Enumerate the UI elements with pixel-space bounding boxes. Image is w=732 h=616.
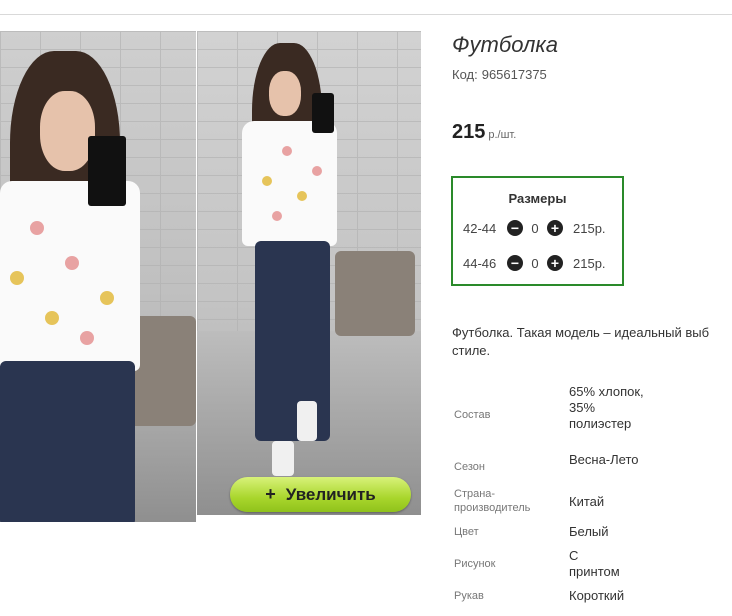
size-price: 215р.: [573, 220, 606, 236]
zoom-button[interactable]: + Увеличить: [230, 477, 411, 512]
price-value: 215: [452, 121, 486, 143]
plus-icon[interactable]: +: [547, 220, 563, 236]
product-description: Футболка. Такая модель – идеальный выб с…: [452, 324, 732, 360]
t-shirt: [242, 121, 337, 246]
product-title: Футболка: [452, 32, 558, 57]
property-name: Страна-производитель: [454, 488, 531, 514]
product-code: Код: 965617375: [452, 67, 547, 82]
minus-icon[interactable]: −: [507, 220, 523, 236]
property-name: Рукав: [454, 590, 484, 602]
zoom-button-label: Увеличить: [285, 484, 376, 504]
property-name: Рисунок: [454, 558, 496, 570]
phone: [312, 93, 334, 133]
property-name: Цвет: [454, 526, 479, 538]
product-price: 215 р./шт.: [452, 121, 516, 144]
price-unit: р./шт.: [488, 129, 517, 141]
plus-icon: +: [265, 484, 276, 504]
size-price: 215р.: [573, 255, 606, 271]
jeans: [255, 241, 330, 441]
property-value: Короткий: [569, 588, 625, 603]
product-code-label: Код:: [452, 67, 478, 82]
plus-icon[interactable]: +: [547, 255, 563, 271]
sneaker: [272, 441, 294, 476]
face: [269, 71, 301, 116]
property-value: Китай: [569, 494, 605, 509]
minus-icon[interactable]: −: [507, 255, 523, 271]
property-value: 65% хлопок, 35% полиэстер: [569, 384, 644, 431]
sizes-title: Размеры: [508, 191, 567, 206]
quantity-value: 0: [531, 255, 539, 271]
size-label: 44-46: [463, 255, 497, 271]
size-label: 42-44: [463, 220, 497, 236]
sneaker: [297, 401, 317, 441]
stool: [335, 251, 415, 336]
sizes-box: Размеры 42-44 − 0 + 215р. 44-46 − 0 + 21…: [451, 176, 624, 286]
description-line: стиле.: [452, 343, 491, 358]
size-row: 44-46 − 0 + 215р.: [463, 253, 606, 273]
product-photo-secondary[interactable]: [197, 31, 421, 515]
product-photo-main[interactable]: [0, 31, 196, 522]
property-value: Весна-Лето: [569, 452, 639, 467]
property-value: Белый: [569, 524, 609, 539]
quantity-value: 0: [531, 220, 539, 236]
property-name: Состав: [454, 409, 491, 421]
face: [40, 91, 95, 171]
phone: [88, 136, 126, 206]
size-row: 42-44 − 0 + 215р.: [463, 218, 606, 238]
property-value: С принтом: [569, 548, 620, 579]
t-shirt: [0, 181, 140, 371]
product-code-value: 965617375: [481, 67, 547, 82]
property-name: Сезон: [454, 461, 485, 473]
jeans: [0, 361, 135, 522]
top-divider: [0, 14, 732, 15]
description-line: Футболка. Такая модель – идеальный выб: [452, 325, 710, 340]
